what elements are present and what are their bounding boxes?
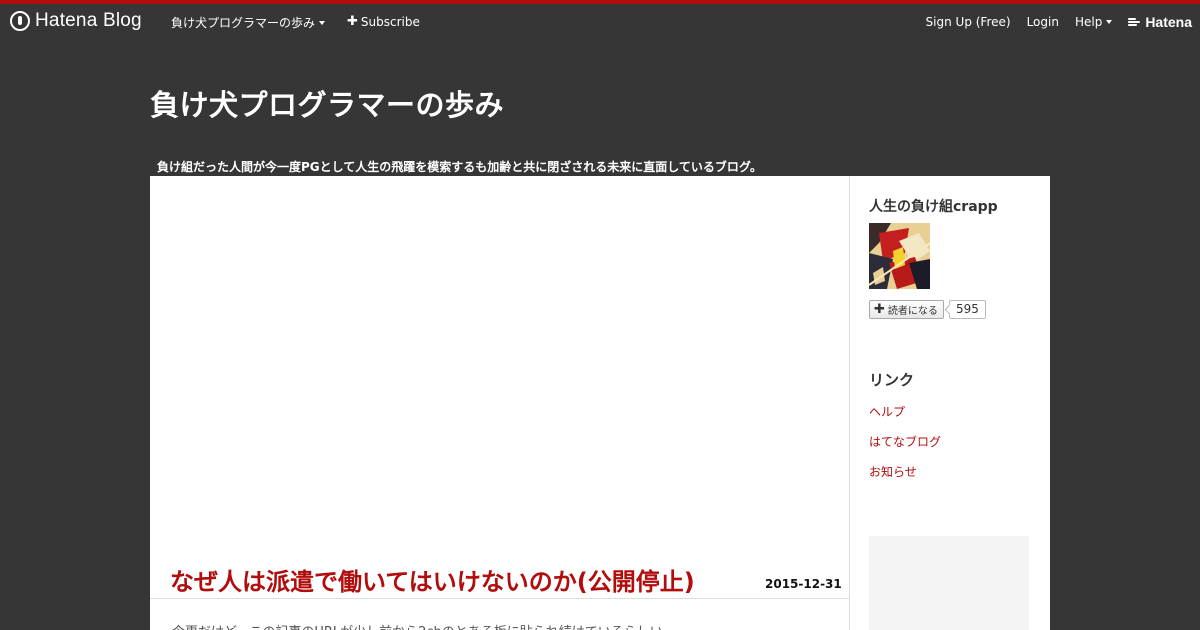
blog-description: 負け組だった人間が今一度PGとして人生の飛躍を模索するも加齢と共に閉ざされる未来… bbox=[157, 160, 762, 174]
caret-down-icon bbox=[319, 20, 326, 25]
plus-icon: ✚ bbox=[347, 14, 358, 29]
content-area: なぜ人は派遣で働いてはいけないのか(公開停止) 2015-12-31 今更だけど… bbox=[150, 176, 1050, 630]
entry-date[interactable]: 2015-12-31 bbox=[765, 577, 842, 591]
brand-label: Hatena Blog bbox=[35, 10, 142, 31]
hatena-label: Hatena bbox=[1145, 14, 1192, 30]
sidebar-link-news[interactable]: お知らせ bbox=[869, 463, 917, 480]
subscribe-label: Subscribe bbox=[360, 14, 420, 29]
signup-link[interactable]: Sign Up (Free) bbox=[926, 15, 1011, 29]
subscribe-link[interactable]: ✚ Subscribe bbox=[347, 14, 420, 29]
profile-name[interactable]: 人生の負け組crapp bbox=[869, 196, 998, 216]
header-right-menu: Sign Up (Free) Login Help Hatena bbox=[910, 14, 1192, 30]
blog-menu-dropdown[interactable]: 負け犬プログラマーの歩み bbox=[171, 14, 326, 31]
plus-icon: ✚ bbox=[874, 302, 885, 317]
blog-title[interactable]: 負け犬プログラマーの歩み bbox=[150, 82, 504, 124]
sidebar-ad-space bbox=[869, 536, 1029, 630]
blog-menu-label: 負け犬プログラマーの歩み bbox=[171, 16, 316, 30]
subscribe-button[interactable]: ✚ 読者になる bbox=[869, 300, 944, 319]
main-column: なぜ人は派遣で働いてはいけないのか(公開停止) 2015-12-31 今更だけど… bbox=[150, 176, 850, 630]
subscriber-count: 595 bbox=[949, 300, 986, 319]
help-dropdown[interactable]: Help bbox=[1074, 15, 1113, 29]
sidebar-link-hatena-blog[interactable]: はてなブログ bbox=[869, 433, 941, 450]
hatena-blog-logo-icon bbox=[10, 11, 30, 31]
entry-excerpt: 今更だけど、この記事のURLが少し前から2chのとある板に貼られ続けているらしい bbox=[172, 621, 663, 630]
caret-down-icon bbox=[1106, 20, 1113, 24]
hatena-link[interactable]: Hatena bbox=[1128, 14, 1192, 30]
subscribe-button-label: 読者になる bbox=[887, 306, 938, 317]
hatena-blog-home-link[interactable]: Hatena Blog bbox=[10, 10, 142, 32]
avatar[interactable] bbox=[869, 223, 930, 289]
sidebar-link-help[interactable]: ヘルプ bbox=[869, 403, 905, 420]
login-link[interactable]: Login bbox=[1027, 15, 1059, 29]
entry-divider bbox=[150, 598, 849, 599]
hatena-logo-icon bbox=[1128, 17, 1142, 27]
help-label: Help bbox=[1074, 15, 1103, 29]
links-heading: リンク bbox=[869, 371, 915, 389]
ad-space bbox=[150, 196, 849, 556]
entry-title[interactable]: なぜ人は派遣で働いてはいけないのか(公開停止) bbox=[170, 562, 695, 597]
global-header: Hatena Blog 負け犬プログラマーの歩み ✚ Subscribe Sig… bbox=[0, 4, 1200, 40]
sidebar: 人生の負け組crapp ✚ 読者になる 595 リンク ヘルプ はてなブログ お… bbox=[869, 176, 1039, 630]
